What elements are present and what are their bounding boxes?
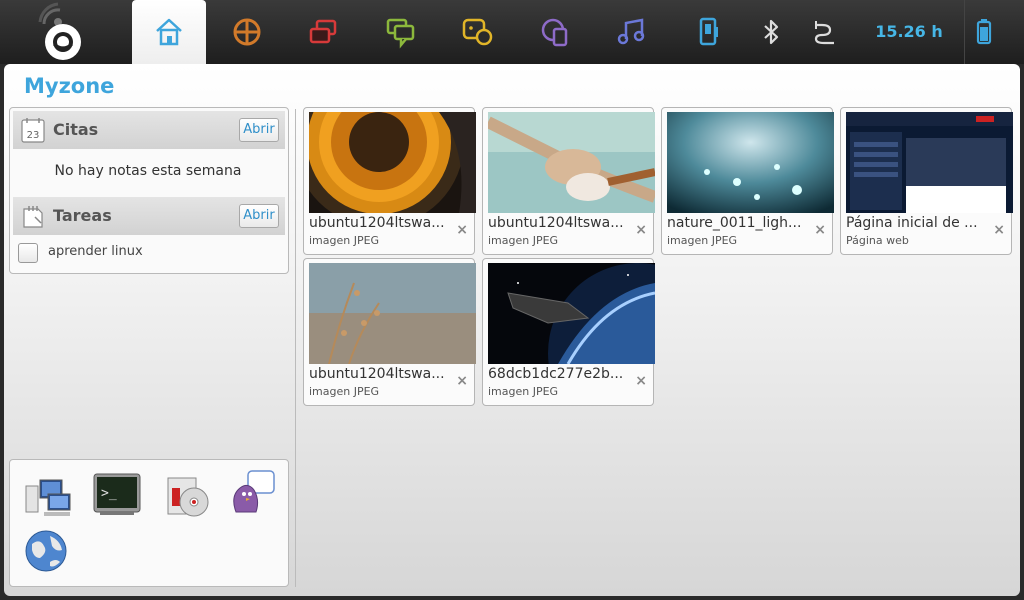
tab-zones[interactable]	[286, 0, 360, 64]
home-icon	[156, 18, 182, 46]
tasks-label: Tareas	[53, 206, 112, 225]
pidgin-app[interactable]	[226, 468, 276, 514]
item-type: imagen JPEG	[309, 234, 380, 247]
item-name: nature_0011_ligh...	[667, 215, 802, 231]
appointments-label: Citas	[53, 120, 99, 139]
tab-myzone[interactable]	[132, 0, 206, 64]
thumbnail-space	[488, 263, 655, 364]
network-computers-app[interactable]	[22, 474, 72, 520]
item-name: ubuntu1204ltswa...	[309, 215, 445, 231]
svg-text:>_: >_	[101, 486, 117, 501]
recent-item[interactable]: ubuntu1204ltswa... imagen JPEG ×	[482, 107, 655, 255]
status-icon	[233, 18, 261, 46]
item-name: Página inicial de ...	[846, 215, 978, 231]
internet-icon	[541, 18, 568, 47]
terminal-icon: >_	[93, 473, 141, 515]
tab-devices[interactable]	[672, 0, 746, 64]
no-notes-message: No hay notas esta semana	[54, 163, 242, 179]
item-type: imagen JPEG	[309, 385, 380, 398]
cable-icon	[814, 21, 834, 45]
tasks-icon	[21, 203, 45, 229]
myzone-panel: Myzone 23 Citas Abrir No hay notas esta …	[4, 64, 1020, 596]
remove-item-button[interactable]: ×	[635, 222, 647, 238]
page-title: Myzone	[24, 74, 115, 98]
globe-icon	[25, 530, 67, 572]
tab-internet[interactable]	[518, 0, 592, 64]
moblin-logo[interactable]	[36, 2, 88, 62]
item-type: imagen JPEG	[488, 234, 559, 247]
recent-item[interactable]: nature_0011_ligh... imagen JPEG ×	[661, 107, 834, 255]
pidgin-icon	[233, 470, 275, 513]
terminal-app[interactable]: >_	[92, 472, 142, 518]
item-type: imagen JPEG	[667, 234, 738, 247]
item-type: Página web	[846, 234, 909, 247]
disc-icon	[167, 477, 209, 517]
task-item[interactable]: aprender linux	[18, 242, 284, 264]
remove-item-button[interactable]: ×	[456, 373, 468, 389]
tab-people[interactable]	[440, 0, 514, 64]
svg-text:23: 23	[27, 130, 40, 141]
bluetooth-icon	[764, 19, 779, 45]
web-browser-app[interactable]	[24, 528, 74, 574]
device-icon	[699, 17, 718, 46]
music-icon	[617, 18, 645, 45]
panel-divider	[295, 109, 296, 587]
open-tasks-button[interactable]: Abrir	[239, 204, 279, 228]
network-icon	[25, 479, 71, 516]
appointments-header: 23 Citas Abrir	[13, 111, 285, 149]
tab-power-cable[interactable]	[790, 0, 860, 64]
recent-item[interactable]: Página inicial de ... Página web ×	[840, 107, 1013, 255]
tab-battery[interactable]	[948, 0, 1020, 64]
remove-item-button[interactable]: ×	[993, 222, 1005, 238]
thumbnail-webpage	[846, 112, 1013, 213]
item-name: ubuntu1204ltswa...	[488, 215, 624, 231]
tasks-header: Tareas Abrir	[13, 197, 285, 235]
task-checkbox[interactable]	[18, 243, 38, 263]
thumbnail-speaker	[309, 112, 476, 213]
open-appointments-button[interactable]: Abrir	[239, 118, 279, 142]
clock[interactable]: 15.26 h	[868, 0, 950, 64]
tab-status[interactable]	[210, 0, 284, 64]
remove-item-button[interactable]: ×	[456, 222, 468, 238]
top-panel: 15.26 h	[0, 0, 1024, 64]
thumbnail-rope	[488, 112, 655, 213]
people-icon	[462, 18, 493, 46]
item-type: imagen JPEG	[488, 385, 559, 398]
recent-item[interactable]: ubuntu1204ltswa... imagen JPEG ×	[303, 258, 476, 406]
chat-icon	[386, 18, 415, 49]
disc-burner-app[interactable]	[162, 474, 212, 520]
remove-item-button[interactable]: ×	[814, 222, 826, 238]
battery-icon	[976, 19, 992, 45]
recent-item[interactable]: 68dcb1dc277e2b... imagen JPEG ×	[482, 258, 655, 406]
agenda-panel: 23 Citas Abrir No hay notas esta semana …	[9, 107, 289, 274]
item-name: ubuntu1204ltswa...	[309, 366, 445, 382]
remove-item-button[interactable]: ×	[635, 373, 647, 389]
thumbnail-grass	[309, 263, 476, 364]
task-label: aprender linux	[48, 244, 143, 259]
thumbnail-water	[667, 112, 834, 213]
favourite-apps-panel: >_	[9, 459, 289, 587]
recent-item[interactable]: ubuntu1204ltswa... imagen JPEG ×	[303, 107, 476, 255]
calendar-icon: 23	[21, 117, 45, 143]
zones-icon	[309, 19, 337, 44]
tab-messages[interactable]	[364, 0, 438, 64]
tab-media[interactable]	[594, 0, 668, 64]
item-name: 68dcb1dc277e2b...	[488, 366, 624, 382]
